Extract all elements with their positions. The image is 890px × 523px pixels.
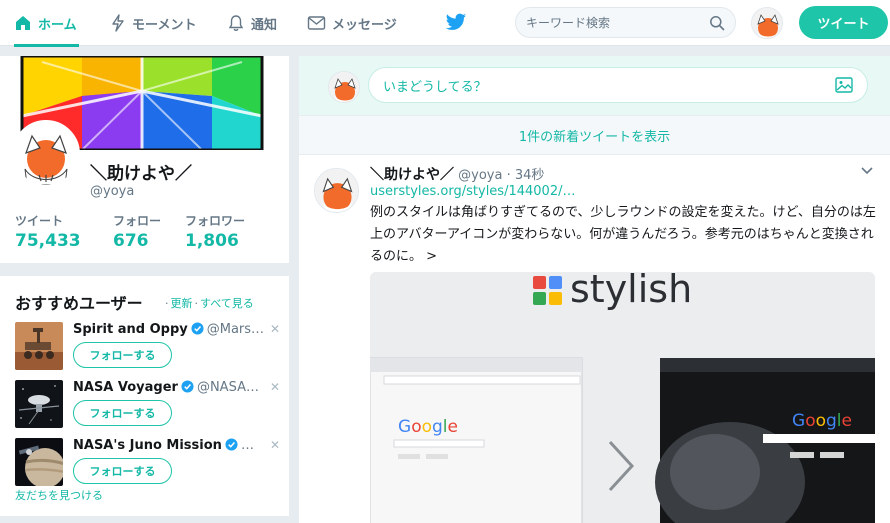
tweet-item[interactable]: ＼助けよや／ @yoya · 34秒 userstyles.org/styles… [299, 155, 890, 523]
user-name: Spirit and Oppy [73, 322, 188, 337]
profile-name[interactable]: ＼助けよや／ [90, 159, 192, 184]
dismiss-icon[interactable]: ✕ [270, 322, 280, 336]
search-input[interactable] [526, 15, 709, 30]
composer-avatar[interactable] [328, 71, 360, 103]
user-avatar[interactable] [15, 438, 63, 486]
nav-moments[interactable]: モーメント [110, 0, 196, 46]
composer-input[interactable]: いまどうしてる？ [368, 67, 868, 103]
user-handle: @Mars… [206, 322, 265, 337]
verified-badge-icon [225, 438, 238, 451]
dismiss-icon[interactable]: ✕ [270, 380, 280, 394]
tweet-button[interactable]: ツイート [799, 6, 888, 39]
envelope-icon [307, 16, 326, 30]
view-all-link[interactable]: すべて見る [200, 297, 254, 310]
profile-handle[interactable]: @yoya [90, 184, 134, 199]
nav-notifications-label: 通知 [251, 17, 278, 33]
account-avatar[interactable] [751, 7, 783, 39]
tweet-timestamp[interactable]: 34秒 [515, 168, 545, 183]
follow-button[interactable]: フォローする [73, 458, 172, 484]
stat-tweets-value: 75,433 [15, 231, 81, 251]
search-icon[interactable] [709, 15, 725, 31]
composer-placeholder: いまどうしてる？ [383, 79, 487, 95]
bell-icon [228, 15, 244, 31]
verified-badge-icon [191, 322, 204, 335]
nav-moments-label: モーメント [132, 17, 197, 33]
tweet-author-name[interactable]: ＼助けよや／ [370, 167, 454, 183]
top-navigation-bar: ホーム モーメント 通知 メッセージ キーワード検索 ツイート [0, 0, 890, 47]
who-to-follow-links: · 更新 · すべて見る [165, 297, 254, 310]
tweet-avatar[interactable] [314, 168, 359, 213]
tweet-composer: いまどうしてる？ [299, 56, 890, 115]
stat-tweets-label: ツイート [15, 214, 64, 228]
refresh-link[interactable]: 更新 [171, 297, 193, 310]
photo-icon[interactable] [835, 77, 853, 93]
cat-avatar-icon [315, 169, 358, 212]
user-avatar[interactable] [15, 380, 63, 428]
svg-text:Google: Google [792, 411, 852, 431]
user-name-line[interactable]: NASA Voyager @NASA… [73, 380, 273, 395]
user-avatar[interactable] [15, 322, 63, 370]
home-icon [16, 16, 30, 30]
new-tweets-bar[interactable]: 1件の新着ツイートを表示 [299, 115, 890, 155]
tweet-text: 例のスタイルは角ばりすぎてるので、少しラウンドの設定を変えた。けど、自分のは左上… [370, 205, 876, 264]
who-to-follow-title: おすすめユーザー [15, 294, 143, 313]
stat-following-label: フォロー [113, 214, 162, 228]
nav-home-label: ホーム [38, 17, 77, 33]
profile-card: ＼助けよや／ @yoya ツイート 75,433 フォロー 676 フォロワー … [0, 56, 289, 263]
stat-followers-label: フォロワー [185, 214, 246, 228]
search-box[interactable] [515, 7, 736, 38]
chevron-down-icon[interactable] [860, 166, 874, 176]
who-to-follow-card: おすすめユーザー · 更新 · すべて見る Spirit and Oppy @Mars…… [0, 276, 289, 516]
cat-avatar-icon [15, 123, 77, 185]
twitter-bird-icon[interactable] [445, 13, 467, 32]
follow-button[interactable]: フォローする [73, 342, 172, 368]
suggested-user: NASA Voyager @NASA… ✕ フォローする [15, 380, 280, 436]
nav-notifications[interactable]: 通知 [227, 0, 277, 46]
user-handle: @NASA… [196, 380, 259, 395]
stat-followers-value: 1,806 [185, 231, 239, 251]
user-handle: … [240, 438, 254, 453]
dismiss-icon[interactable]: ✕ [270, 438, 280, 452]
user-name: NASA Voyager [73, 380, 178, 395]
profile-avatar[interactable] [12, 120, 80, 188]
voyager-probe-image [15, 380, 63, 428]
lightning-icon [112, 14, 124, 32]
stylish-brand: stylish [570, 272, 692, 311]
tweet-header: ＼助けよや／ @yoya · 34秒 [370, 167, 545, 183]
stat-following-value: 676 [113, 231, 149, 251]
suggested-user: NASA's Juno Mission … ✕ フォローする [15, 438, 280, 494]
follow-button[interactable]: フォローする [73, 400, 172, 426]
stat-following[interactable]: フォロー 676 [113, 212, 161, 251]
stat-followers[interactable]: フォロワー 1,806 [185, 212, 245, 251]
stylish-screenshot-image: stylish Google Google [370, 272, 875, 523]
stat-tweets[interactable]: ツイート 75,433 [15, 212, 81, 251]
user-name-line[interactable]: Spirit and Oppy @Mars… [73, 322, 273, 337]
suggested-user: Spirit and Oppy @Mars… ✕ フォローする [15, 322, 280, 378]
nav-home[interactable]: ホーム [14, 0, 79, 47]
jupiter-probe-image [15, 438, 63, 486]
svg-text:Google: Google [398, 417, 458, 437]
timeline: いまどうしてる？ 1件の新着ツイートを表示 ＼助けよや／ @yoya · 34秒 [299, 56, 890, 523]
verified-badge-icon [181, 380, 194, 393]
tweet-link[interactable]: userstyles.org/styles/144002/… [370, 184, 575, 199]
user-name: NASA's Juno Mission [73, 438, 222, 453]
mars-rover-image [15, 322, 63, 370]
nav-messages[interactable]: メッセージ [307, 0, 397, 46]
cat-avatar-icon [329, 72, 359, 102]
find-friends-link[interactable]: 友だちを見つける [15, 487, 103, 503]
tweet-author-handle[interactable]: @yoya [458, 168, 502, 183]
cat-avatar-icon [752, 8, 782, 38]
user-name-line[interactable]: NASA's Juno Mission … [73, 438, 273, 453]
nav-messages-label: メッセージ [332, 17, 397, 33]
tweet-media-image[interactable]: stylish Google Google [370, 272, 875, 523]
